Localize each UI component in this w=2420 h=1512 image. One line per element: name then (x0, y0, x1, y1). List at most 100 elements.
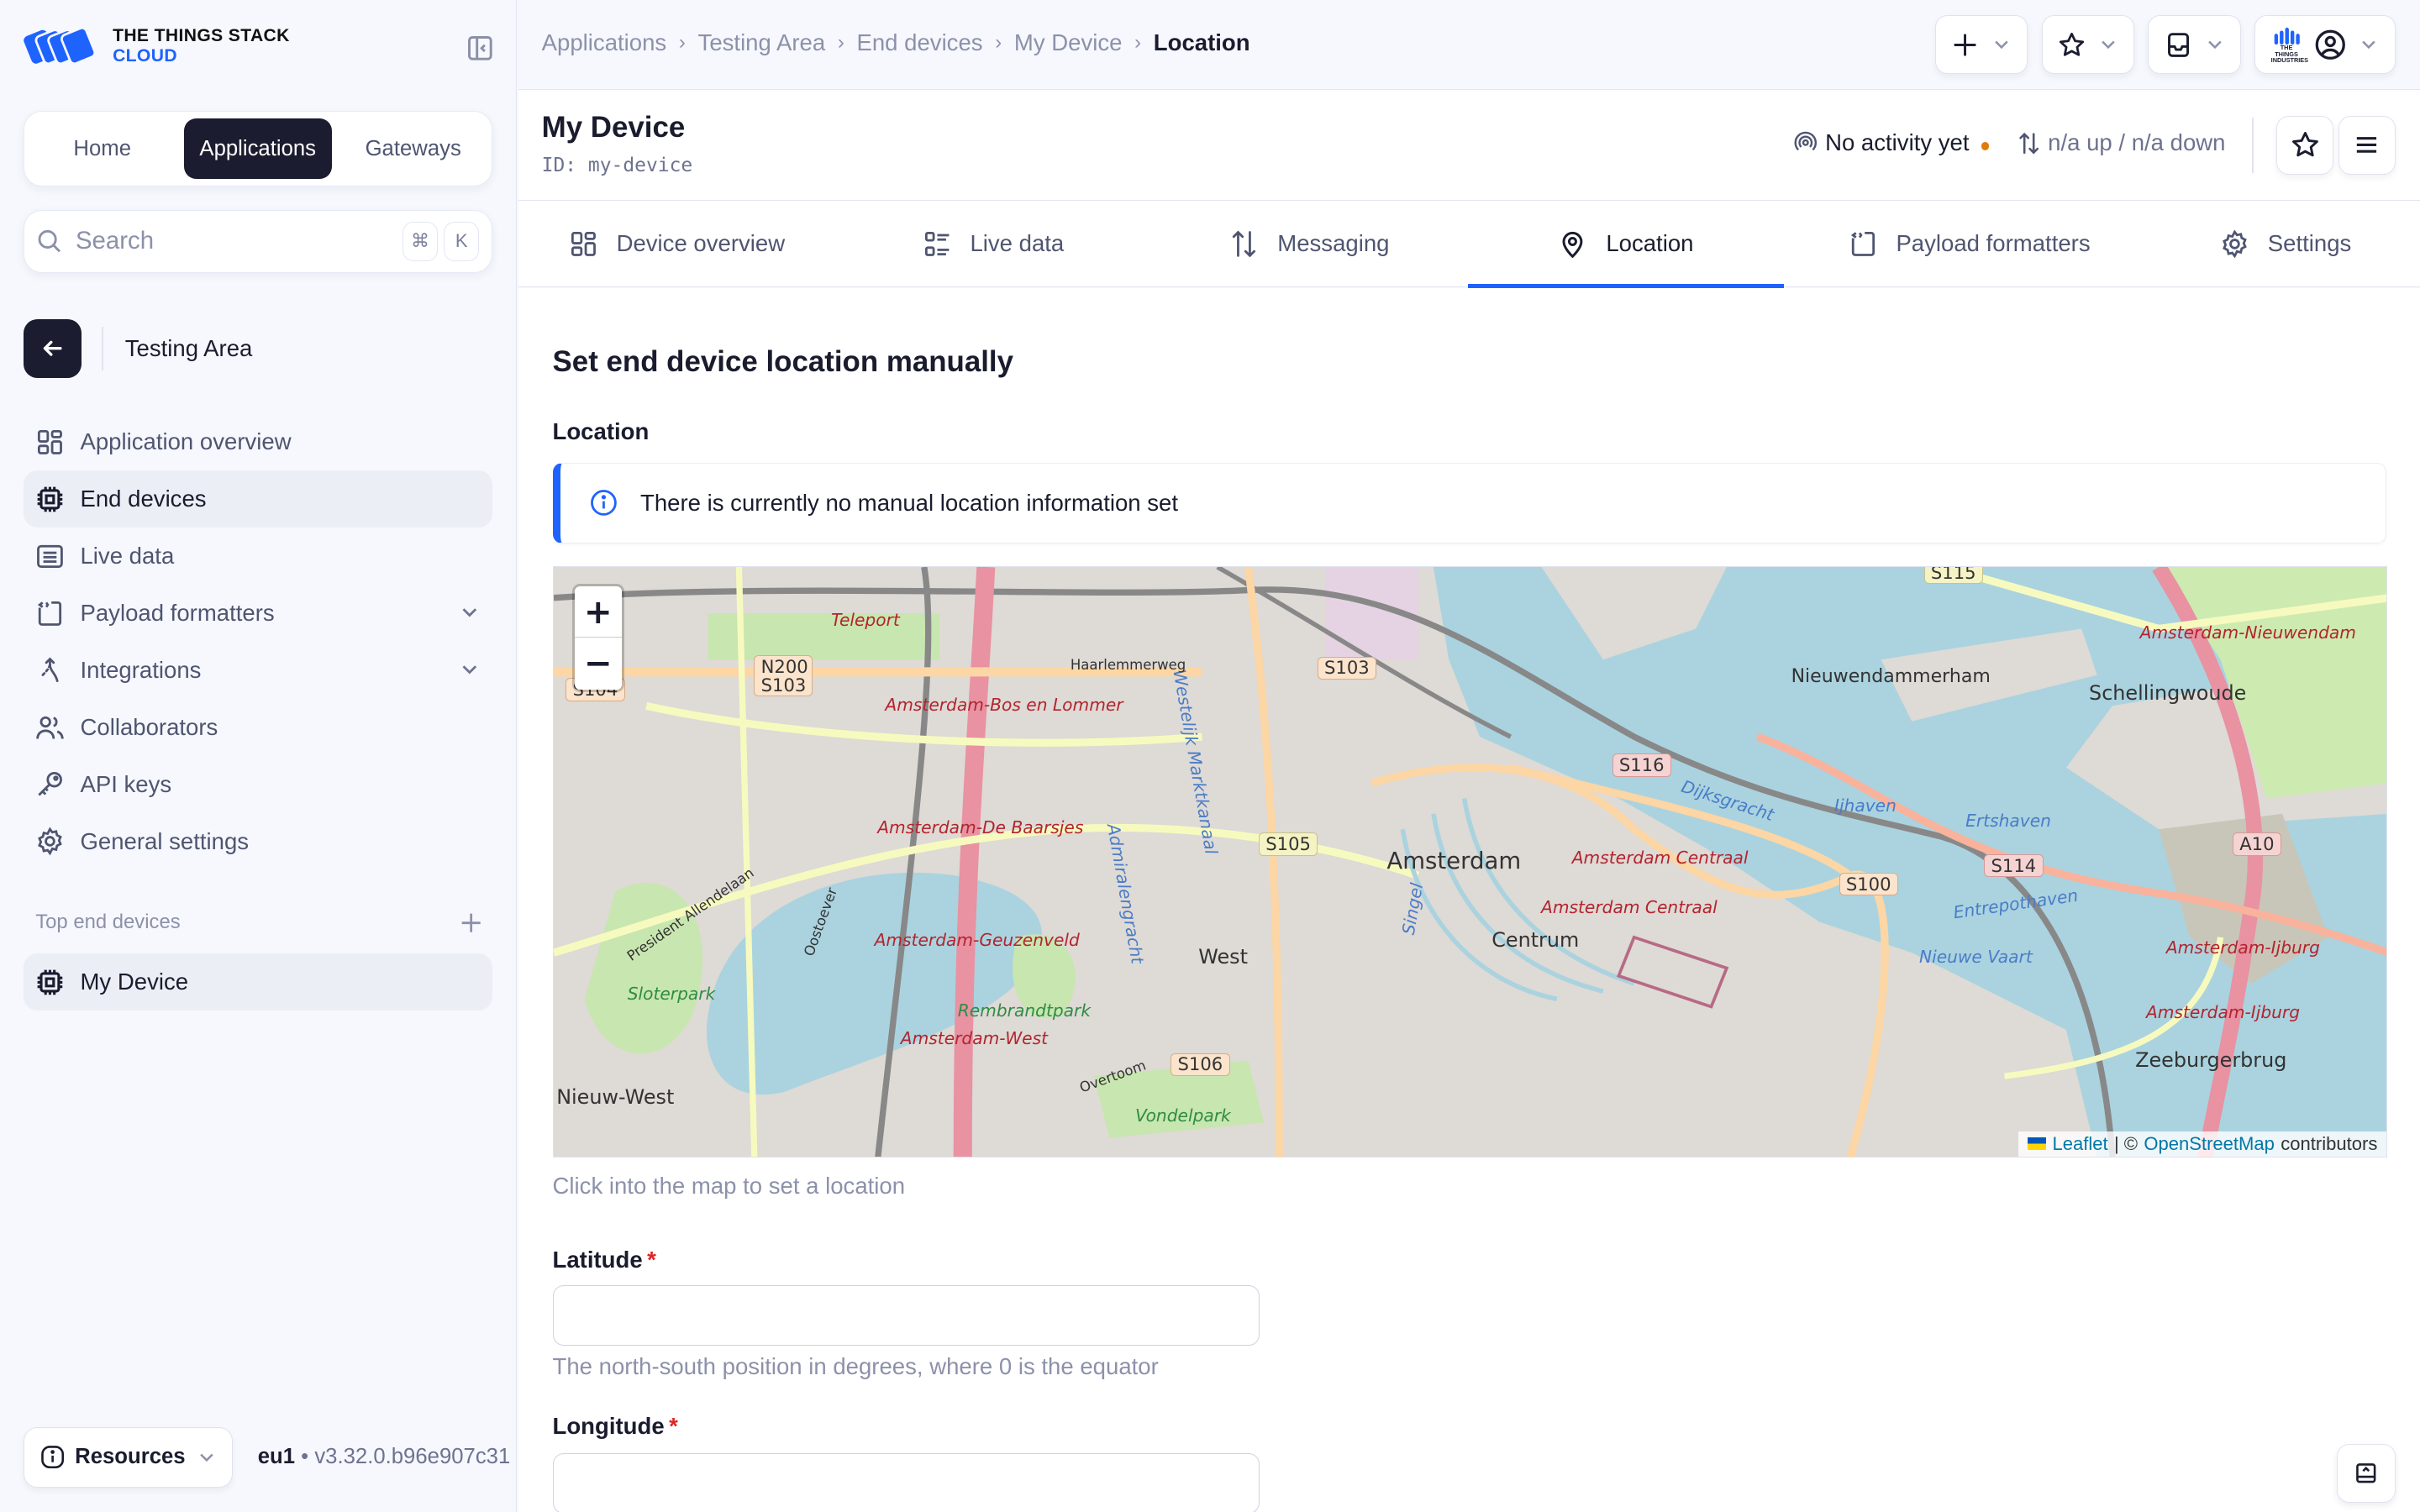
top-device-item[interactable]: My Device (23, 953, 492, 1011)
chevron-down-icon (2101, 40, 2115, 50)
breadcrumb-current: Location (1153, 29, 1250, 55)
sidebar-item-payload-formatters[interactable]: Payload formatters (24, 585, 492, 642)
device-menu-button[interactable] (2338, 115, 2396, 175)
cluster-name: eu1 (257, 1445, 295, 1469)
latitude-input[interactable] (552, 1284, 1260, 1346)
longitude-input[interactable] (552, 1453, 1260, 1512)
divider (2251, 117, 2254, 173)
list-icon (37, 544, 64, 568)
map-attribution: Leaflet | © OpenStreetMap contributors (2018, 1131, 2387, 1157)
chevron-down-icon[interactable] (459, 659, 481, 680)
switcher-applications[interactable]: Applications (183, 118, 332, 180)
zoom-in-button[interactable]: + (574, 586, 622, 638)
topbar-actions: THE THINGS INDUSTRIES (1934, 15, 2396, 75)
code-box-icon (38, 601, 62, 626)
map-label-station: Teleport (831, 610, 900, 631)
tab-location[interactable]: Location (1467, 201, 1785, 289)
map-road-shield: A10 (2232, 832, 2281, 856)
brand-line1: THE THINGS STACK (113, 26, 290, 46)
cpu-chip-icon (37, 969, 63, 995)
sidebar-item-general-settings[interactable]: General settings (24, 813, 492, 870)
map-label-district: Nieuwendammerham (1791, 665, 1991, 687)
device-id: ID: my-device (542, 155, 693, 176)
breadcrumb-end-devices[interactable]: End devices (856, 29, 982, 56)
gear-icon (2222, 229, 2247, 259)
map-road-shield: S105 (1258, 832, 1318, 856)
signal-icon (1794, 132, 1818, 151)
tab-label: Live data (970, 230, 1065, 257)
sidebar-item-label: Collaborators (80, 713, 218, 740)
back-button[interactable] (23, 319, 82, 378)
device-id-value: my-device (587, 154, 693, 176)
panel-expand-icon (2356, 1463, 2376, 1483)
gear-icon (38, 827, 63, 856)
plus-icon[interactable] (459, 911, 483, 935)
page-title: My Device (541, 111, 686, 144)
map-road-shield: N200 S103 (754, 654, 813, 697)
tab-settings[interactable]: Settings (2154, 201, 2417, 287)
tab-payload-formatters[interactable]: Payload formatters (1784, 201, 2154, 287)
tab-live-data[interactable]: Live data (835, 201, 1152, 287)
longitude-label: Longitude * (553, 1413, 678, 1440)
account-menu-button[interactable]: THE THINGS INDUSTRIES (2254, 15, 2396, 75)
tab-label: Device overview (616, 230, 786, 257)
openstreetmap-link[interactable]: OpenStreetMap (2144, 1133, 2275, 1155)
things-stack-logo-icon (23, 27, 96, 66)
bookmark-device-button[interactable] (2276, 115, 2334, 175)
sidebar-item-api-keys[interactable]: API keys (24, 756, 492, 813)
sidebar-item-integrations[interactable]: Integrations (24, 642, 492, 699)
bookmarks-menu-button[interactable] (2041, 15, 2134, 75)
attribution-suffix: contributors (2281, 1132, 2378, 1154)
info-notification: There is currently no manual location in… (552, 463, 2386, 543)
breadcrumb-my-device[interactable]: My Device (1014, 29, 1123, 56)
code-box-icon (1850, 231, 1875, 256)
arrows-up-down-icon (2019, 132, 2039, 155)
tab-label: Messaging (1277, 230, 1390, 257)
leaflet-link[interactable]: Leaflet (2052, 1133, 2107, 1155)
resources-button[interactable]: Resources (23, 1426, 234, 1488)
sidebar-item-label: End devices (80, 486, 207, 512)
ukraine-flag-icon (2028, 1137, 2047, 1151)
location-map[interactable]: Amsterdam Centrum West Nieuw-West Nieuwe… (552, 566, 2388, 1158)
main-content: Set end device location manually Locatio… (518, 288, 2420, 1512)
map-label-station: Amsterdam-Ijburg (2165, 937, 2320, 958)
sidebar-item-end-devices[interactable]: End devices (23, 470, 492, 528)
top-bar: Applications › Testing Area › End device… (518, 0, 2420, 90)
arrows-up-down-icon (1233, 230, 1256, 258)
zoom-out-button[interactable]: − (575, 638, 622, 689)
sidebar-item-application-overview[interactable]: Application overview (24, 413, 492, 470)
resources-label: Resources (75, 1445, 186, 1469)
chevron-down-icon (200, 1453, 213, 1462)
divider (102, 327, 104, 370)
chevron-down-icon (2362, 40, 2375, 50)
version-string: v3.32.0.b96e907c31 (314, 1445, 511, 1469)
info-icon (41, 1446, 64, 1469)
section-switcher: Home Applications Gateways (23, 111, 492, 187)
chevron-right-icon: › (995, 30, 1002, 54)
map-pin-icon (1562, 231, 1583, 259)
sidebar-item-collaborators[interactable]: Collaborators (24, 699, 492, 756)
breadcrumb-applications[interactable]: Applications (542, 29, 667, 56)
org-logo: THE THINGS INDUSTRIES (2271, 26, 2308, 63)
collapse-sidebar-button[interactable] (465, 33, 496, 64)
brand-logo[interactable]: THE THINGS STACK CLOUD (23, 26, 290, 66)
tab-device-overview[interactable]: Device overview (518, 201, 835, 287)
map-road-shield: S106 (1171, 1053, 1230, 1077)
chevron-down-icon[interactable] (459, 601, 481, 623)
switcher-home[interactable]: Home (30, 118, 175, 179)
add-menu-button[interactable] (1934, 15, 2028, 75)
map-label-station: Amsterdam Centraal (1571, 848, 1749, 869)
notifications-menu-button[interactable] (2148, 15, 2241, 75)
tti-logo-icon (2274, 28, 2300, 45)
application-name: Testing Area (124, 335, 253, 362)
map-label-district: Schellingwoude (2089, 680, 2247, 705)
map-label-station: Amsterdam-De Baarsjes (877, 816, 1084, 837)
map-zoom-control: + − (571, 584, 624, 692)
switcher-gateways[interactable]: Gateways (341, 118, 486, 179)
sidebar-item-live-data[interactable]: Live data (24, 528, 492, 585)
tab-messaging[interactable]: Messaging (1151, 201, 1468, 287)
hamburger-menu-icon (2356, 137, 2377, 153)
breadcrumb-testing-area[interactable]: Testing Area (698, 29, 826, 56)
toggle-event-panel-button[interactable] (2336, 1444, 2396, 1503)
search-input[interactable] (72, 225, 397, 258)
